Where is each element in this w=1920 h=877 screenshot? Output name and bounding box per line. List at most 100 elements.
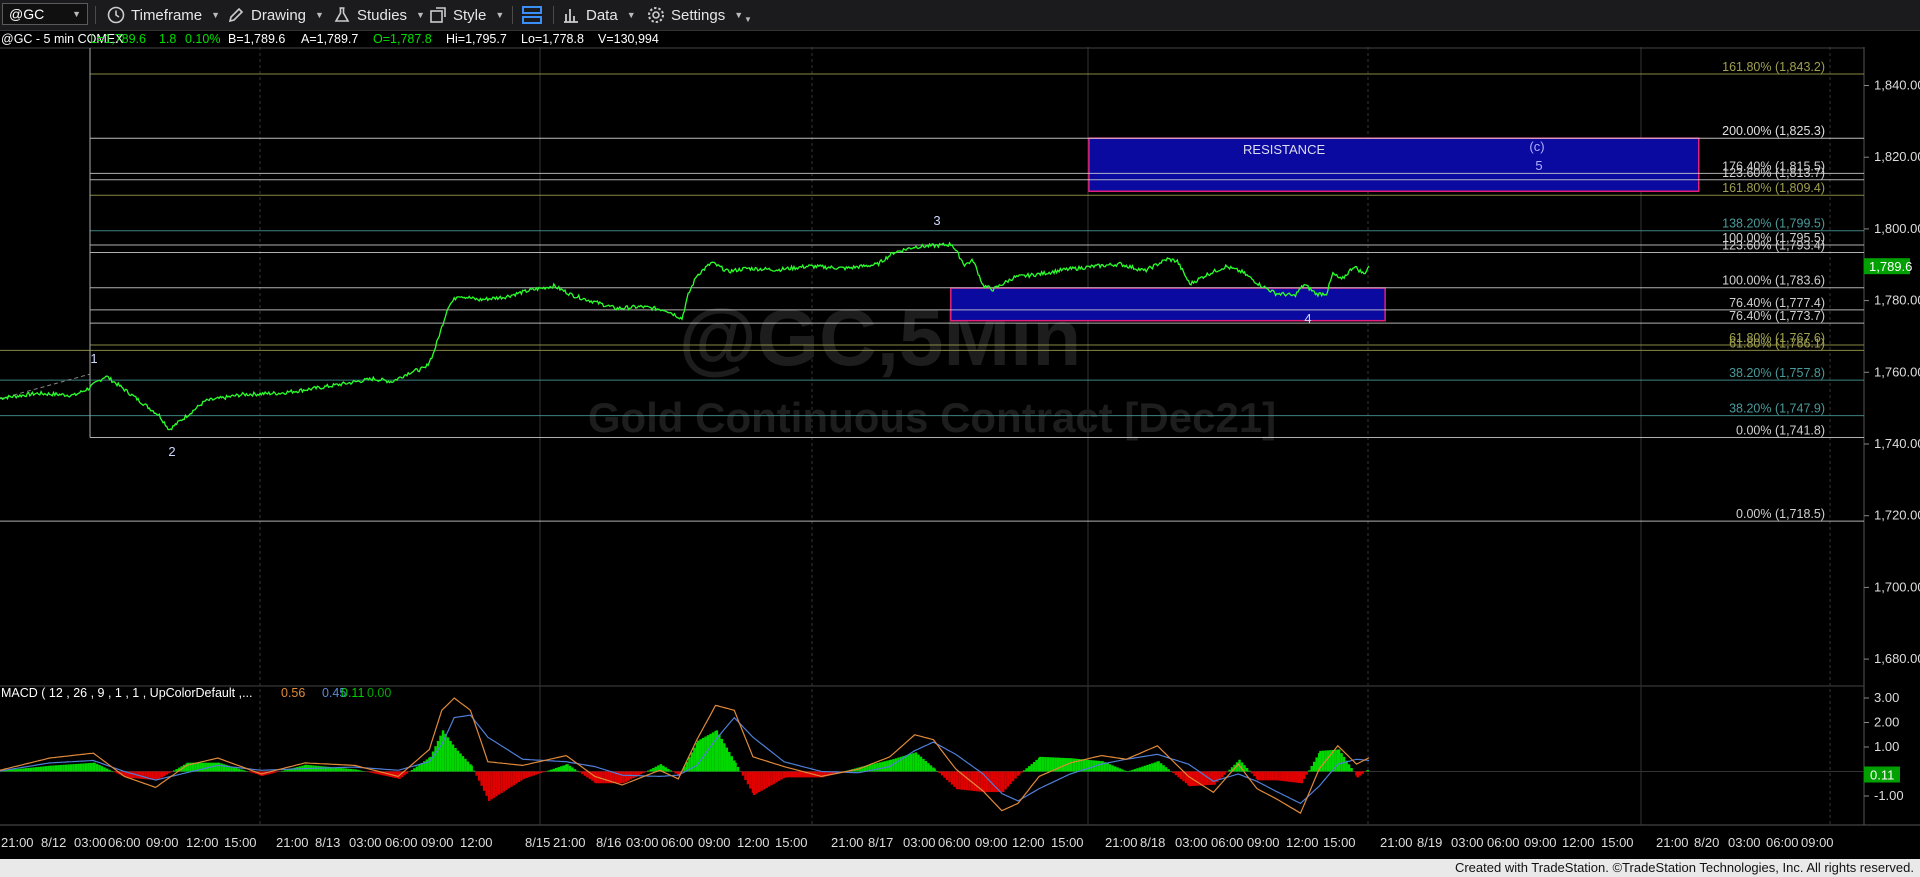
macd-histogram-bar <box>602 771 605 784</box>
macd-histogram-bar <box>1027 766 1031 772</box>
price-chart[interactable]: @GC - 5 min COMEXL=1,789.6 1.8 0.10% B=1,78… <box>0 30 1920 859</box>
macd-histogram-bar <box>410 770 414 772</box>
macd-histogram-bar <box>158 771 161 779</box>
macd-histogram-bar <box>537 771 541 774</box>
time-axis-label: 06:00 <box>385 835 418 850</box>
studies-menu[interactable]: Studies ▼ <box>332 0 425 30</box>
layout-toggle-button[interactable] <box>520 0 544 30</box>
macd-histogram-bar <box>477 771 481 781</box>
macd-histogram-bar <box>1266 771 1270 781</box>
macd-histogram-bar <box>1118 768 1122 772</box>
macd-histogram-bar <box>943 771 946 778</box>
symbol-dropdown-icon: ▼ <box>72 9 81 19</box>
macd-histogram-bar <box>741 771 745 776</box>
macd-histogram-bar <box>82 763 85 772</box>
macd-histogram-bar <box>1090 760 1093 772</box>
macd-histogram-bar <box>1278 771 1281 781</box>
pencil-icon <box>228 7 244 23</box>
macd-histogram-bar <box>461 756 465 772</box>
macd-last-label: 0.11 <box>1870 768 1894 783</box>
macd-histogram-bar <box>1326 750 1330 772</box>
macd-histogram-bar <box>394 771 398 779</box>
macd-histogram-bar <box>520 771 523 781</box>
macd-histogram-bar <box>693 747 696 772</box>
macd-histogram-bar <box>562 765 566 772</box>
macd-histogram-bar <box>283 770 287 772</box>
macd-histogram-bar <box>1366 770 1369 772</box>
macd-histogram-bar <box>599 771 603 784</box>
macd-histogram-bar <box>736 766 740 772</box>
macd-histogram-bar <box>1070 758 1073 772</box>
macd-histogram-bar <box>1259 771 1262 781</box>
macd-histogram-bar <box>1153 762 1157 772</box>
macd-histogram-bar <box>557 767 561 772</box>
macd-histogram-bar <box>1193 771 1196 786</box>
macd-histogram-bar <box>1151 763 1154 772</box>
macd-histogram-bar <box>1051 757 1055 772</box>
macd-histogram-bar <box>165 771 169 775</box>
macd-histogram-bar <box>93 762 96 772</box>
macd-histogram-bar <box>273 771 277 773</box>
time-axis-label: 15:00 <box>224 835 257 850</box>
macd-histogram-bar <box>466 761 470 772</box>
macd-histogram-bar <box>725 747 729 772</box>
macd-histogram-bar <box>34 767 38 772</box>
macd-histogram-bar <box>1148 764 1152 772</box>
style-menu[interactable]: Style ▼ <box>428 0 504 30</box>
macd-histogram-bar <box>752 771 756 796</box>
time-axis-label: 21:00 <box>276 835 309 850</box>
high-price: Hi=1,795.7 <box>446 32 507 46</box>
macd-histogram-bar <box>728 751 731 772</box>
macd-value: 0.00 <box>367 686 391 700</box>
macd-histogram-bar <box>1223 771 1226 775</box>
macd-histogram-bar <box>699 739 702 772</box>
macd-histogram-bar <box>37 766 40 772</box>
drawing-dropdown-icon: ▼ <box>315 10 324 20</box>
macd-histogram-bar <box>413 768 416 772</box>
settings-menu[interactable]: Settings ▼ <box>646 0 743 30</box>
clock-icon <box>107 6 125 24</box>
time-axis-label: 03:00 <box>1451 835 1484 850</box>
macd-signal-line <box>0 714 1370 805</box>
gear-icon <box>648 7 664 23</box>
macd-histogram-bar <box>1056 757 1060 772</box>
macd-histogram-bar <box>1025 768 1028 772</box>
macd-histogram-bar <box>1356 771 1360 778</box>
macd-histogram-bar <box>79 763 83 772</box>
macd-histogram-bar <box>454 747 457 772</box>
symbol-selector[interactable]: @GC ▼ <box>2 3 88 25</box>
timeframe-menu[interactable]: Timeframe ▼ <box>106 0 220 30</box>
macd-histogram-bar <box>64 764 68 772</box>
macd-histogram-bar <box>49 765 53 772</box>
macd-histogram-bar <box>772 771 776 784</box>
macd-histogram-bar <box>904 755 908 772</box>
time-axis-label: 06:00 <box>1211 835 1244 850</box>
macd-histogram-bar <box>1250 771 1254 774</box>
toolbar-overflow-button[interactable]: ▼ <box>744 0 752 30</box>
watermark-name: Gold Continuous Contract [Dec21] <box>588 394 1276 441</box>
macd-line <box>0 697 1370 814</box>
wave-label: 1 <box>90 351 97 366</box>
fib-level-label: 38.20% (1,747.9) <box>1729 402 1825 416</box>
fib-level-label: 161.80% (1,843.2) <box>1722 60 1825 74</box>
macd-histogram-bar <box>141 771 145 780</box>
time-axis-label: 8/16 <box>596 835 621 850</box>
time-axis-label: 03:00 <box>1175 835 1208 850</box>
macd-histogram-bar <box>1085 759 1088 772</box>
macd-histogram-bar <box>1288 771 1291 782</box>
macd-histogram-bar <box>482 771 486 791</box>
price-tick-label: 1,820.00 <box>1874 149 1920 164</box>
macd-histogram-bar <box>1046 757 1050 772</box>
macd-histogram-bar <box>87 763 90 772</box>
macd-histogram-bar <box>281 770 284 772</box>
macd-histogram-bar <box>1162 765 1165 772</box>
macd-histogram-bar <box>425 759 429 772</box>
open-price: O=1,787.8 <box>373 32 432 46</box>
macd-histogram-bar <box>512 771 516 786</box>
macd-histogram-bar <box>791 771 795 778</box>
drawing-menu[interactable]: Drawing ▼ <box>226 0 324 30</box>
copyright-text: Created with TradeStation. ©TradeStation… <box>1454 860 1914 875</box>
low-price: Lo=1,778.8 <box>521 32 584 46</box>
data-menu[interactable]: Data ▼ <box>561 0 636 30</box>
macd-histogram-bar <box>627 771 630 781</box>
